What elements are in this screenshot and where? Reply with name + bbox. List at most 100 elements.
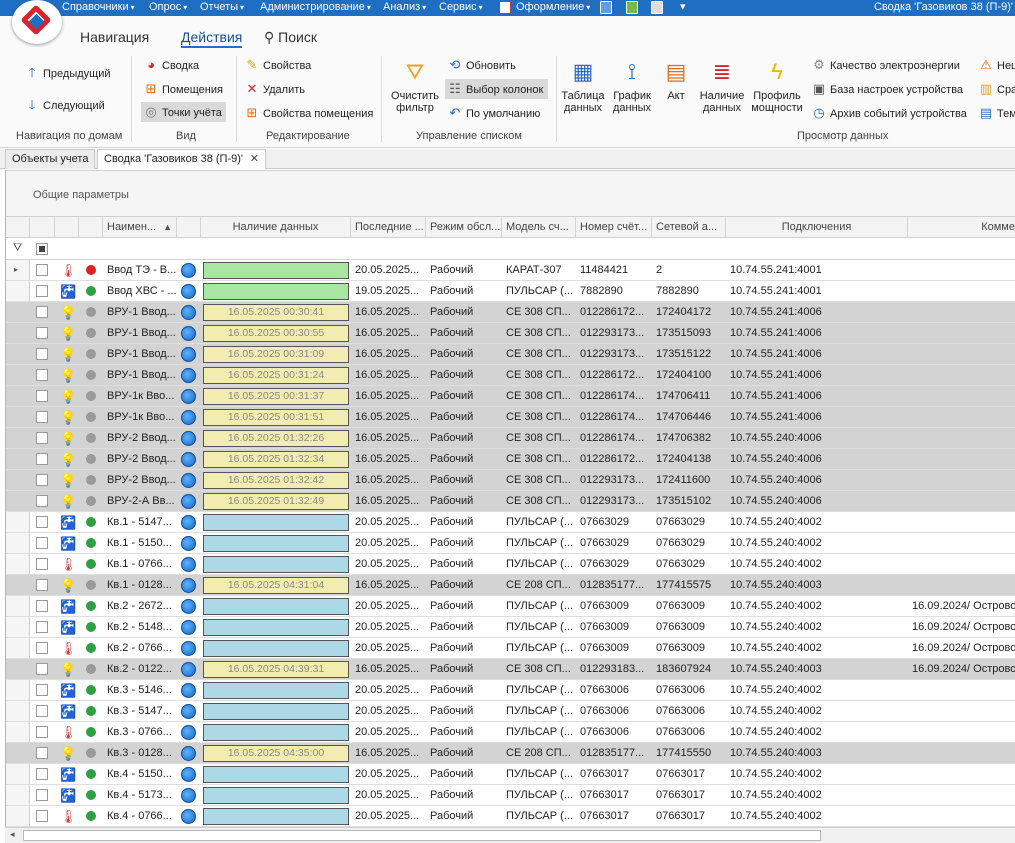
col-serial[interactable]: Номер счёт... <box>576 217 652 238</box>
event-archive-button[interactable]: ◷ Архив событий устройства <box>811 103 967 123</box>
row-checkbox[interactable] <box>36 558 48 570</box>
row-checkbox[interactable] <box>36 600 48 612</box>
col-name[interactable]: Наимен... ▲ <box>103 217 177 238</box>
extra-button-1[interactable]: ⚠Неш <box>978 55 1015 75</box>
row-checkbox[interactable] <box>36 537 48 549</box>
refresh-button[interactable]: ⟲ Обновить <box>447 55 516 75</box>
row-checkbox[interactable] <box>36 285 48 297</box>
data-graph-button[interactable]: ⟟ График данных <box>610 58 654 114</box>
tab-actions[interactable]: Действия <box>181 29 243 48</box>
col-status[interactable] <box>79 217 103 238</box>
row-checkbox[interactable] <box>36 411 48 423</box>
row-checkbox[interactable] <box>36 348 48 360</box>
extra-button-2[interactable]: ▥ Сра <box>978 79 1015 99</box>
table-row[interactable]: 🌡 Кв.3 - 0766... 20.05.2025... Рабочий ПУЛЬС… <box>6 722 1015 743</box>
table-row[interactable]: 🚰 Ввод ХВС - ... 19.05.2025... Рабочий ПУЛЬС… <box>6 281 1015 302</box>
print-icon[interactable] <box>651 1 663 14</box>
row-checkbox[interactable] <box>36 789 48 801</box>
close-icon[interactable]: ✕ <box>250 150 259 169</box>
row-checkbox[interactable] <box>36 579 48 591</box>
table-row[interactable]: 💡 ВРУ-1к Вво... 16.05.2025 00:31:51 16.05.2… <box>6 407 1015 428</box>
settings-db-button[interactable]: ▣ База настроек устройства <box>811 79 963 99</box>
row-checkbox[interactable] <box>36 327 48 339</box>
row-checkbox[interactable] <box>36 726 48 738</box>
table-row[interactable]: 💡 Кв.2 - 0122... 16.05.2025 04:39:31 16.05.… <box>6 659 1015 680</box>
col-availability[interactable]: Наличие данных <box>201 217 351 238</box>
row-checkbox[interactable] <box>36 684 48 696</box>
menu-analysis[interactable]: Анализ ▾ <box>383 0 426 16</box>
app-logo[interactable] <box>12 0 62 44</box>
table-row[interactable]: 💡 ВРУ-1 Ввод... 16.05.2025 00:30:55 16.05.2… <box>6 323 1015 344</box>
choose-columns-button[interactable]: ☷ Выбор колонок <box>445 79 549 99</box>
row-checkbox[interactable] <box>36 621 48 633</box>
points-button[interactable]: ◎ Точки учёта <box>141 102 226 122</box>
row-checkbox[interactable] <box>36 495 48 507</box>
menu-reports[interactable]: Отчеты ▾ <box>200 0 244 16</box>
table-row[interactable]: 💡 ВРУ-2 Ввод... 16.05.2025 01:32:26 16.05.2… <box>6 428 1015 449</box>
col-type[interactable] <box>55 217 79 238</box>
row-checkbox[interactable] <box>36 705 48 717</box>
table-row[interactable]: 🚰 Кв.4 - 5150... 20.05.2025... Рабочий ПУЛЬС… <box>6 764 1015 785</box>
summary-button[interactable]: ◕ Сводка <box>143 55 199 75</box>
row-checkbox[interactable] <box>36 369 48 381</box>
menu-references[interactable]: Справочники ▾ <box>62 0 135 16</box>
menu-appearance[interactable]: Оформление ▾ <box>516 0 590 16</box>
delete-button[interactable]: ✕ Удалить <box>244 79 305 99</box>
row-checkbox[interactable] <box>36 516 48 528</box>
row-checkbox[interactable] <box>36 810 48 822</box>
table-row[interactable]: 💡 ВРУ-1 Ввод... 16.05.2025 00:31:09 16.05.2… <box>6 344 1015 365</box>
data-table-button[interactable]: ▦ Таблица данных <box>561 58 605 114</box>
col-net-icon[interactable] <box>177 217 201 238</box>
menu-service[interactable]: Сервис ▾ <box>439 0 483 16</box>
table-row[interactable]: 🌡 Кв.2 - 0766... 20.05.2025... Рабочий ПУЛЬС… <box>6 638 1015 659</box>
row-checkbox[interactable] <box>36 474 48 486</box>
power-quality-button[interactable]: ⚙ Качество электроэнергии <box>811 55 960 75</box>
filter-icon[interactable]: ⛛ <box>13 242 22 255</box>
table-row[interactable]: 🚰 Кв.1 - 5150... 20.05.2025... Рабочий ПУЛЬС… <box>6 533 1015 554</box>
row-checkbox[interactable] <box>36 768 48 780</box>
table-row[interactable]: 🌡 Кв.1 - 0766... 20.05.2025... Рабочий ПУЛЬС… <box>6 554 1015 575</box>
prev-button[interactable]: 🡑 Предыдущий <box>24 63 111 83</box>
table-row[interactable]: 💡 Кв.3 - 0128... 16.05.2025 04:35:00 16.05.… <box>6 743 1015 764</box>
col-model[interactable]: Модель сч... <box>502 217 576 238</box>
col-connections[interactable]: Подключения <box>726 217 908 238</box>
menu-poll[interactable]: Опрос ▾ <box>149 0 187 16</box>
col-mode[interactable]: Режим обсл... <box>426 217 502 238</box>
col-check[interactable] <box>30 217 55 238</box>
table-row[interactable]: 💡 ВРУ-2-А Вв... 16.05.2025 01:32:49 16.05.2… <box>6 491 1015 512</box>
table-row[interactable]: 🚰 Кв.4 - 5173... 20.05.2025... Рабочий ПУЛЬС… <box>6 785 1015 806</box>
tab-navigation[interactable]: Навигация <box>80 29 149 45</box>
tab-search[interactable]: ⚲ Поиск <box>264 29 317 46</box>
row-checkbox[interactable] <box>36 264 48 276</box>
row-checkbox[interactable] <box>36 747 48 759</box>
act-button[interactable]: ▤ Акт <box>662 58 690 102</box>
horizontal-scrollbar[interactable]: ◂ <box>5 827 1015 843</box>
col-last[interactable]: Последние ... <box>351 217 426 238</box>
scrollbar-thumb[interactable] <box>23 830 821 841</box>
table-row[interactable]: 💡 ВРУ-1 Ввод... 16.05.2025 00:30:41 16.05.2… <box>6 302 1015 323</box>
table-row[interactable]: ▸ 🌡 Ввод ТЭ - В... 20.05.2025... Рабочий КАРА… <box>6 260 1015 281</box>
select-all-checkbox[interactable] <box>36 243 48 255</box>
table-row[interactable]: 🚰 Кв.1 - 5147... 20.05.2025... Рабочий ПУЛЬС… <box>6 512 1015 533</box>
save-icon[interactable] <box>626 1 638 14</box>
table-row[interactable]: 💡 ВРУ-1 Ввод... 16.05.2025 00:31:24 16.05.2… <box>6 365 1015 386</box>
table-row[interactable]: 💡 Кв.1 - 0128... 16.05.2025 04:31:04 16.05.… <box>6 575 1015 596</box>
table-row[interactable]: 🚰 Кв.2 - 5148... 20.05.2025... Рабочий ПУЛЬС… <box>6 617 1015 638</box>
room-properties-button[interactable]: ⊞ Свойства помещения <box>244 103 374 123</box>
menu-admin[interactable]: Администрирование ▾ <box>260 0 371 16</box>
quick-access-dropdown-icon[interactable]: ▾ <box>680 0 686 16</box>
table-row[interactable]: 🚰 Кв.3 - 5147... 20.05.2025... Рабочий ПУЛЬС… <box>6 701 1015 722</box>
default-button[interactable]: ↶ По умолчанию <box>447 103 541 123</box>
col-comment[interactable]: Комме <box>908 217 1015 238</box>
row-checkbox[interactable] <box>36 642 48 654</box>
properties-button[interactable]: ✎ Свойства <box>244 55 312 75</box>
tab-summary[interactable]: Сводка 'Газовиков 38 (П-9)' ✕ <box>97 149 267 169</box>
table-row[interactable]: 🌡 Кв.4 - 0766... 20.05.2025... Рабочий ПУЛЬС… <box>6 806 1015 827</box>
extra-button-3[interactable]: ▤ Тем <box>978 103 1015 123</box>
table-row[interactable]: 🚰 Кв.2 - 2672... 20.05.2025... Рабочий ПУЛЬС… <box>6 596 1015 617</box>
row-checkbox[interactable] <box>36 663 48 675</box>
row-checkbox[interactable] <box>36 432 48 444</box>
rooms-button[interactable]: ⊞ Помещения <box>143 79 223 99</box>
table-row[interactable]: 💡 ВРУ-2 Ввод... 16.05.2025 01:32:42 16.05.2… <box>6 470 1015 491</box>
col-net-address[interactable]: Сетевой а... <box>652 217 726 238</box>
